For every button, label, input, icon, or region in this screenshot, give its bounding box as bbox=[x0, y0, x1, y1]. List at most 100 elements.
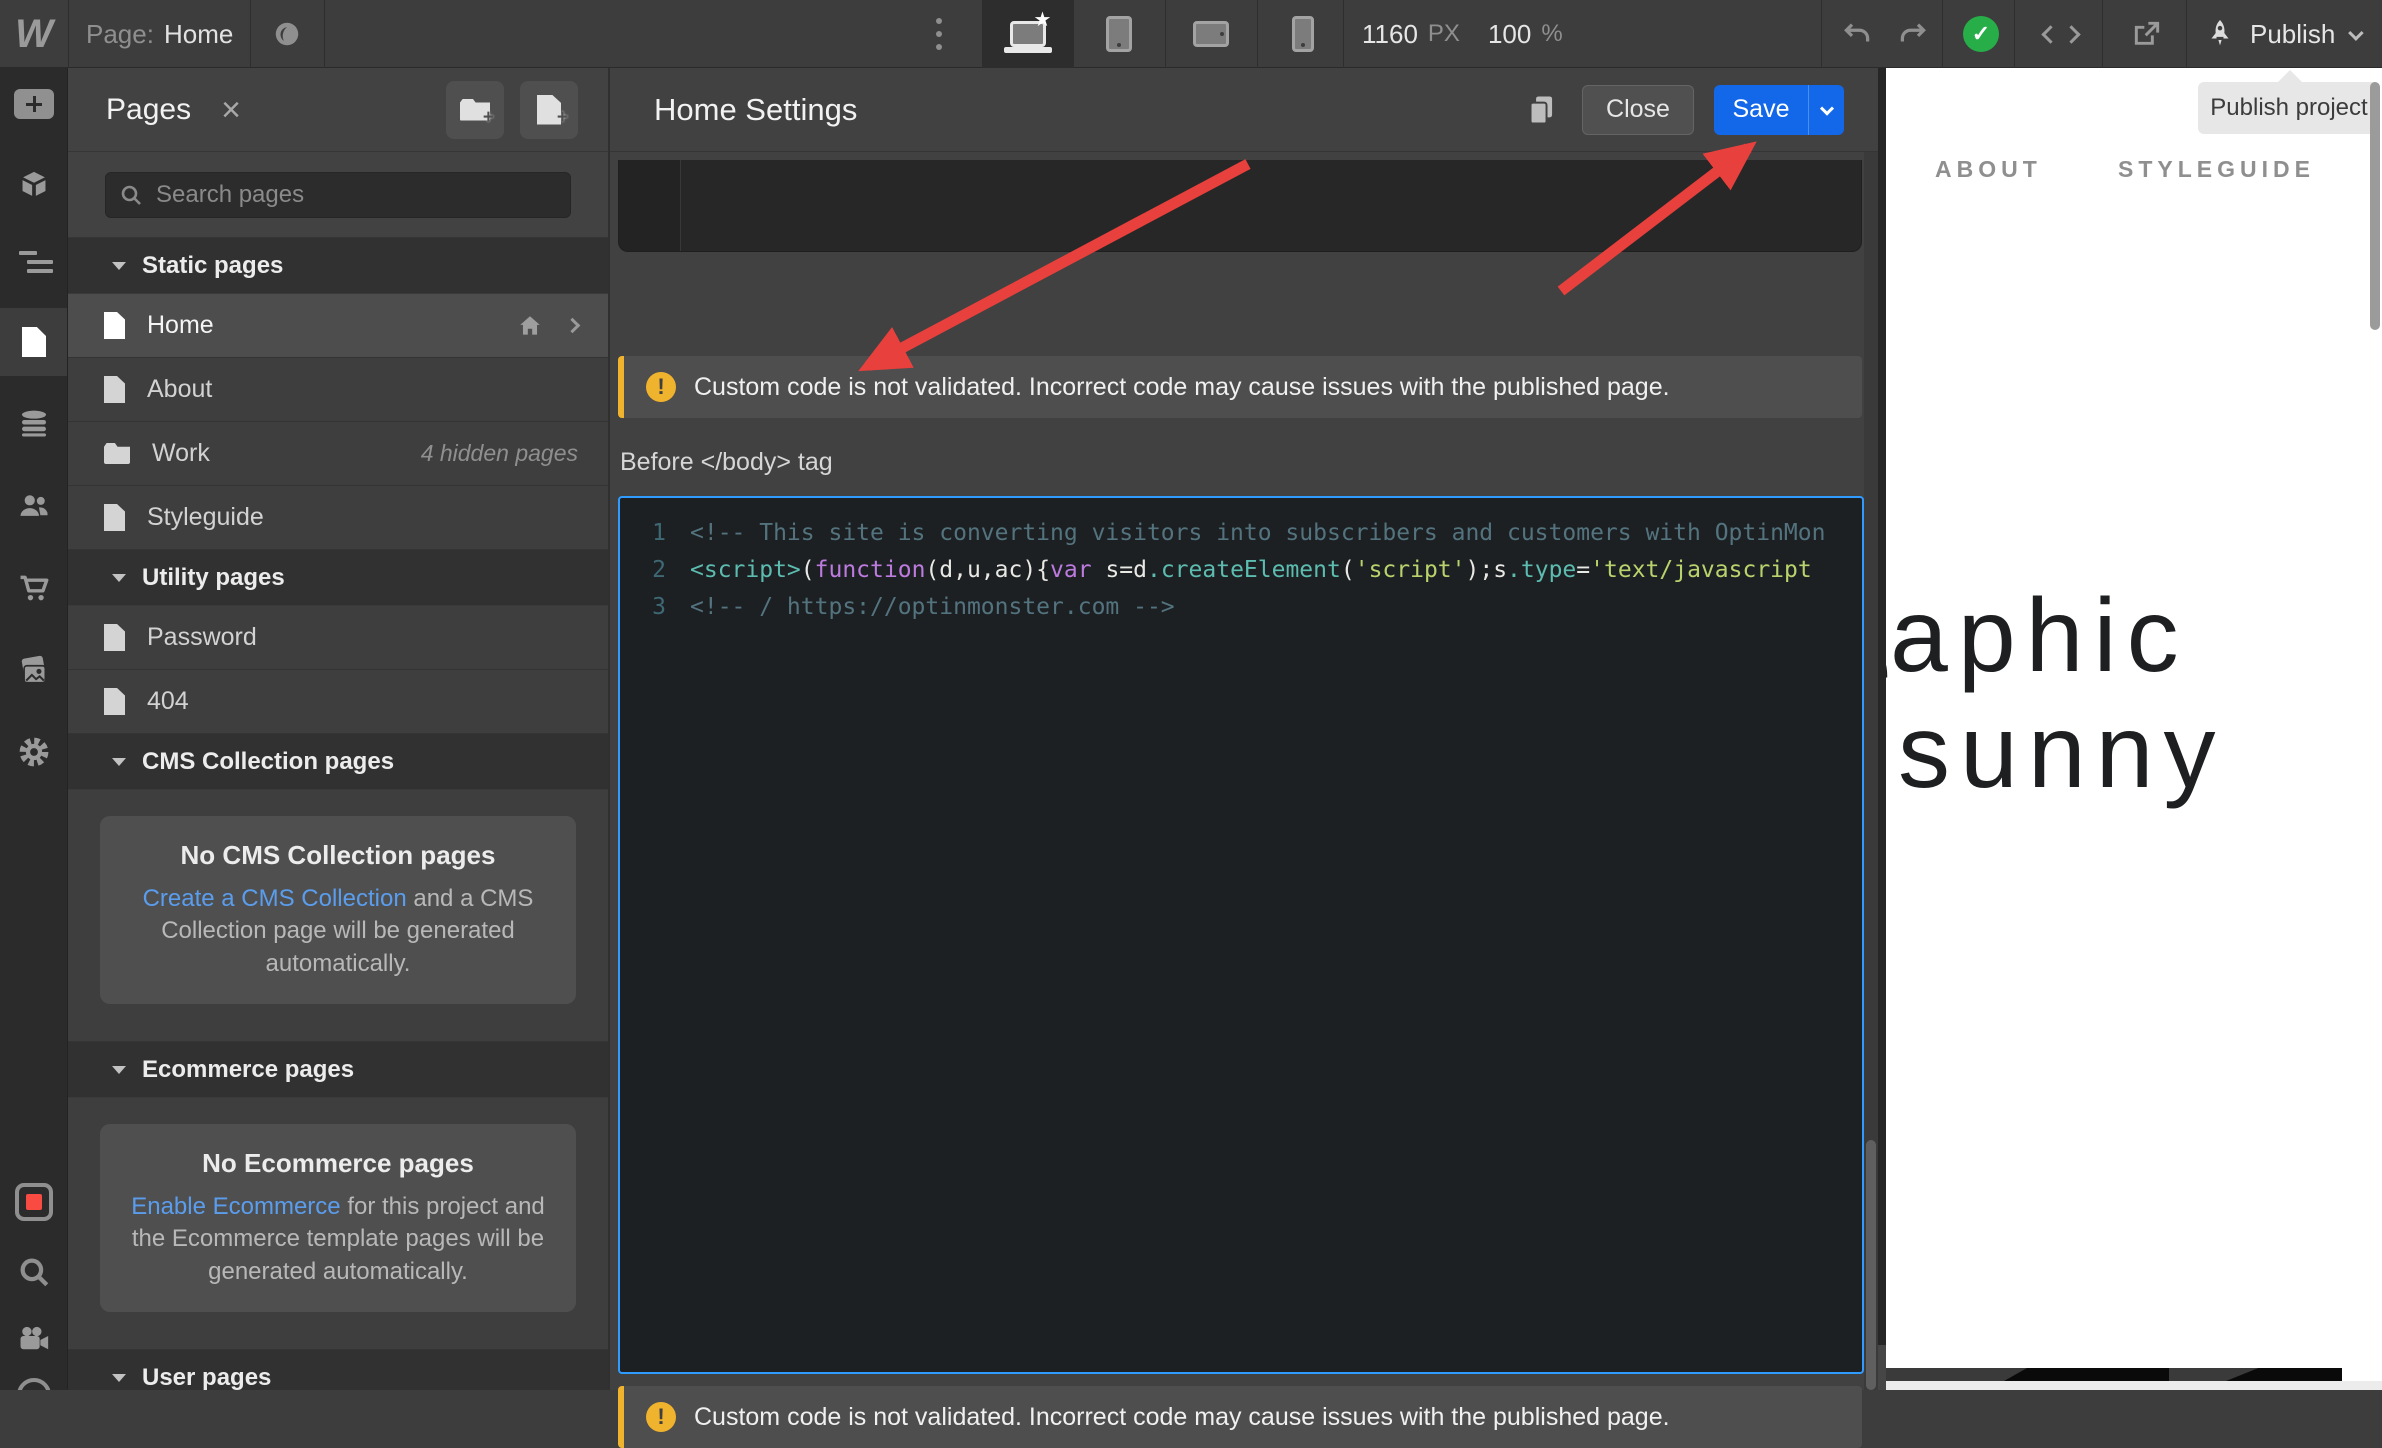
database-icon bbox=[22, 410, 46, 437]
save-options-button[interactable] bbox=[1808, 84, 1844, 135]
search-icon bbox=[121, 185, 141, 205]
page-item-home[interactable]: Home bbox=[68, 294, 608, 358]
designer-canvas[interactable]: ABOUT STYLEGUIDE e aphic sunny Publish p… bbox=[1878, 68, 2382, 1390]
preview-eye-button[interactable] bbox=[250, 0, 324, 68]
new-page-button[interactable]: + bbox=[520, 80, 578, 139]
page-icon bbox=[104, 312, 125, 339]
canvas-dark-section-edge bbox=[1886, 1368, 2342, 1381]
page-item-styleguide[interactable]: Styleguide bbox=[68, 486, 608, 550]
tooltip-caret bbox=[2278, 70, 2302, 82]
canvas-scrollbar-thumb[interactable] bbox=[2370, 82, 2380, 330]
check-icon: ✓ bbox=[1963, 16, 1999, 52]
section-label: Ecommerce pages bbox=[142, 1055, 355, 1083]
cart-icon bbox=[20, 575, 49, 601]
cms-button[interactable] bbox=[0, 390, 67, 458]
zoom-value[interactable]: 100 bbox=[1488, 19, 1531, 50]
page-item-404[interactable]: 404 bbox=[68, 670, 608, 734]
settings-scrollbar[interactable] bbox=[1864, 152, 1878, 1390]
before-body-code-editor[interactable]: 1 <!-- This site is converting visitors i… bbox=[618, 496, 1864, 1374]
chevron-right-icon[interactable] bbox=[564, 317, 581, 334]
plus-badge-icon: + bbox=[482, 106, 494, 128]
ecommerce-empty-title: No Ecommerce pages bbox=[202, 1148, 474, 1178]
code-brackets-icon bbox=[2041, 24, 2081, 44]
undo-button[interactable] bbox=[1830, 0, 1884, 68]
section-utility-pages[interactable]: Utility pages bbox=[68, 550, 608, 606]
breakpoint-desktop-button[interactable]: ★ bbox=[982, 0, 1073, 68]
create-cms-collection-link[interactable]: Create a CMS Collection bbox=[143, 885, 407, 912]
page-item-password[interactable]: Password bbox=[68, 606, 608, 670]
users-button[interactable] bbox=[0, 472, 67, 540]
folder-icon bbox=[104, 443, 130, 464]
canvas-nav-link-about[interactable]: ABOUT bbox=[1935, 156, 2042, 183]
video-camera-icon bbox=[20, 1326, 49, 1350]
warning-icon: ! bbox=[646, 372, 676, 402]
section-static-pages[interactable]: Static pages bbox=[68, 238, 608, 294]
chevron-down-icon bbox=[1819, 101, 1834, 116]
plus-icon bbox=[14, 89, 54, 119]
folder-item-work[interactable]: Work 4 hidden pages bbox=[68, 422, 608, 486]
duplicate-icon[interactable] bbox=[1526, 94, 1556, 126]
section-user-pages[interactable]: User pages bbox=[68, 1350, 608, 1390]
folder-item-label: Work bbox=[152, 439, 210, 467]
enable-ecommerce-link[interactable]: Enable Ecommerce bbox=[131, 1193, 340, 1220]
search-pages-input[interactable] bbox=[105, 171, 571, 218]
warning-icon: ! bbox=[646, 1402, 676, 1432]
gear-icon bbox=[19, 737, 49, 767]
section-cms-collection-pages[interactable]: CMS Collection pages bbox=[68, 734, 608, 790]
navigator-button[interactable] bbox=[0, 228, 67, 296]
page-icon bbox=[104, 624, 125, 651]
settings-button[interactable] bbox=[0, 718, 67, 786]
close-button[interactable]: Close bbox=[1582, 84, 1694, 135]
record-icon bbox=[15, 1183, 53, 1221]
canvas-size-indicator: 1160 PX 100 % bbox=[1362, 0, 1563, 68]
cms-empty-title: No CMS Collection pages bbox=[180, 840, 496, 870]
canvas-left-edge-lower bbox=[1878, 1345, 1886, 1390]
ecommerce-button[interactable] bbox=[0, 554, 67, 622]
add-elements-button[interactable] bbox=[0, 70, 67, 138]
zoom-unit: % bbox=[1541, 20, 1563, 47]
publish-tooltip: Publish project bbox=[2198, 82, 2380, 134]
scrollbar-thumb[interactable] bbox=[1866, 1140, 1876, 1390]
section-ecommerce-pages[interactable]: Ecommerce pages bbox=[68, 1042, 608, 1098]
code-lines: 1 <!-- This site is converting visitors i… bbox=[620, 514, 1862, 625]
breakpoint-mobile-portrait-button[interactable] bbox=[1257, 0, 1348, 68]
canvas-heading-fragment-2: sunny bbox=[1898, 694, 2226, 810]
assets-button[interactable] bbox=[0, 636, 67, 704]
tablet-icon bbox=[1105, 16, 1132, 52]
redo-icon bbox=[1900, 23, 1926, 42]
close-panel-icon[interactable]: × bbox=[221, 93, 241, 127]
saved-status-button[interactable]: ✓ bbox=[1948, 0, 2014, 68]
export-code-button[interactable] bbox=[2020, 0, 2102, 68]
help-icon[interactable] bbox=[17, 1378, 51, 1390]
page-icon bbox=[104, 688, 125, 715]
redo-button[interactable] bbox=[1886, 0, 1940, 68]
canvas-width-value[interactable]: 1160 bbox=[1362, 19, 1418, 50]
screen-recording-button[interactable] bbox=[0, 1168, 67, 1236]
page-item-about[interactable]: About bbox=[68, 358, 608, 422]
page-indicator[interactable]: Page: Home bbox=[86, 0, 233, 68]
breakpoint-tablet-button[interactable] bbox=[1073, 0, 1164, 68]
share-button[interactable] bbox=[2108, 0, 2186, 68]
navigator-icon bbox=[19, 251, 53, 273]
page-item-label: Password bbox=[147, 623, 257, 651]
video-tutorials-button[interactable] bbox=[0, 1306, 67, 1374]
webflow-logo-icon[interactable]: W bbox=[0, 0, 68, 68]
caret-down-icon bbox=[112, 757, 126, 766]
publish-button[interactable]: Publish bbox=[2204, 0, 2364, 68]
code-line: 3 <!-- / https://optinmonster.com --> bbox=[652, 593, 1175, 620]
breakpoint-mobile-landscape-button[interactable] bbox=[1165, 0, 1256, 68]
caret-down-icon bbox=[112, 1373, 126, 1382]
finder-search-button[interactable] bbox=[0, 1238, 67, 1306]
page-item-label: About bbox=[147, 375, 213, 403]
pages-panel-header: Pages × + + bbox=[68, 68, 608, 152]
canvas-menu-button[interactable] bbox=[916, 0, 962, 68]
pages-button[interactable] bbox=[0, 308, 67, 376]
components-button[interactable] bbox=[0, 150, 67, 218]
rocket-icon bbox=[2211, 20, 2229, 46]
new-folder-button[interactable]: + bbox=[446, 80, 504, 139]
custom-code-warning: ! Custom code is not validated. Incorrec… bbox=[618, 356, 1862, 418]
page-icon bbox=[22, 327, 46, 357]
save-button[interactable]: Save bbox=[1714, 84, 1808, 135]
canvas-nav-link-styleguide[interactable]: STYLEGUIDE bbox=[2118, 156, 2315, 183]
head-code-editor-partial[interactable] bbox=[618, 160, 1862, 252]
